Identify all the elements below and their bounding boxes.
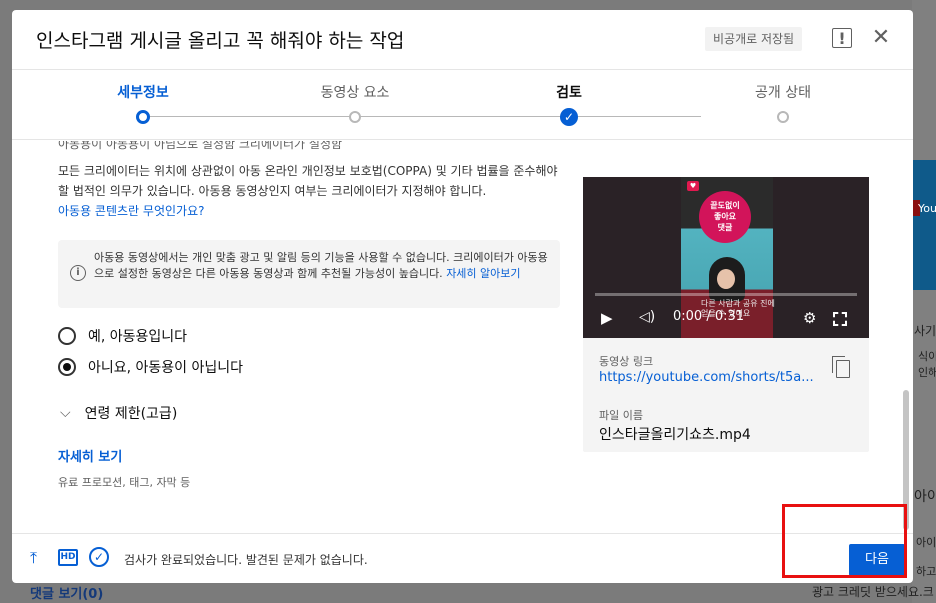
show-more-link[interactable]: 자세히 보기 (58, 446, 122, 465)
background-text: 하고 (916, 565, 936, 578)
video-player[interactable]: ♥ 끝도없이 좋아요 댓글 다른 사람과 공유 진에 얻을 수 있어요 ▶ ◁)… (583, 177, 869, 338)
details-content: 아동용이 아동용이 아님으로 설정함 크리에이터가 설정함 모든 크리에이터는 … (12, 141, 913, 533)
info-box: i 아동용 동영상에서는 개인 맞춤 광고 및 알림 등의 기능을 사용할 수 … (58, 240, 560, 308)
volume-icon[interactable]: ◁) (639, 309, 655, 325)
show-more-description: 유료 프로모션, 태그, 자막 등 (58, 476, 191, 489)
upload-stepper: 세부정보 동영상 요소 검토 ✓ 공개 상태 (12, 70, 913, 140)
close-icon[interactable]: ✕ (869, 26, 893, 50)
radio-button-selected[interactable] (58, 358, 76, 376)
background-text: 광고 크레딧 받으세요.크 (812, 585, 934, 599)
checks-status: 검사가 완료되었습니다. 발견된 문제가 없습니다. (124, 553, 368, 567)
draft-status-badge: 비공개로 저장됨 (705, 27, 803, 51)
upload-dialog: 인스타그램 게시글 올리고 꼭 해줘야 하는 작업 비공개로 저장됨 ! ✕ 세… (12, 10, 913, 583)
video-link-label: 동영상 링크 (599, 355, 654, 368)
dialog-header: 인스타그램 게시글 올리고 꼭 해줘야 하는 작업 비공개로 저장됨 ! ✕ (12, 10, 913, 70)
step-video-elements-dot[interactable] (349, 111, 361, 123)
step-visibility-dot[interactable] (777, 111, 789, 123)
video-progress-bar[interactable] (595, 293, 857, 296)
info-icon: i (70, 265, 86, 281)
audience-cut-text: 아동용이 아동용이 아님으로 설정함 크리에이터가 설정함 (58, 141, 343, 151)
gear-icon[interactable]: ⚙ (803, 309, 816, 327)
stepper-line (144, 116, 701, 117)
feedback-icon[interactable]: ! (832, 28, 852, 48)
heart-icon: ♥ (687, 181, 699, 191)
video-preview-card: ♥ 끝도없이 좋아요 댓글 다른 사람과 공유 진에 얻을 수 있어요 ▶ ◁)… (583, 177, 869, 452)
kids-content-link[interactable]: 아동용 콘텐츠란 무엇인가요? (58, 204, 204, 218)
coppa-paragraph: 모든 크리에이터는 위치에 상관없이 아동 온라인 개인정보 보호법(COPPA… (58, 161, 562, 221)
background-thumbnail (912, 160, 936, 290)
file-name-label: 파일 이름 (599, 409, 643, 422)
highlight-box (782, 504, 907, 578)
radio-not-made-for-kids[interactable]: 아니요, 아동용이 아닙니다 (58, 357, 243, 377)
background-right-column (912, 0, 936, 603)
step-checks-label[interactable]: 검토 (556, 82, 582, 102)
play-icon[interactable]: ▶ (601, 309, 613, 327)
age-restriction-toggle[interactable]: ⌵ 연령 제한(고급) (60, 403, 177, 423)
step-details-dot[interactable] (136, 110, 150, 124)
info-text: 아동용 동영상에서는 개인 맞춤 광고 및 알림 등의 기능을 사용할 수 없습… (94, 250, 550, 282)
radio-label: 아니요, 아동용이 아닙니다 (88, 360, 244, 376)
hd-icon: HD (58, 549, 78, 566)
background-text: 식이 (918, 350, 936, 363)
background-text: 사기 (914, 324, 936, 338)
coppa-text: 모든 크리에이터는 위치에 상관없이 아동 온라인 개인정보 보호법(COPPA… (58, 164, 558, 198)
upload-icon: ⤒ (30, 548, 38, 567)
sticker-text: 끝도없이 좋아요 댓글 (710, 201, 740, 232)
step-details-label[interactable]: 세부정보 (117, 82, 169, 102)
radio-made-for-kids[interactable]: 예, 아동용입니다 (58, 326, 187, 346)
background-text: 아이 (916, 536, 936, 549)
radio-button[interactable] (58, 327, 76, 345)
background-comments-link: 댓글 보기(0) (30, 587, 104, 602)
video-link[interactable]: https://youtube.com/shorts/t5a... (599, 370, 819, 385)
background-text: 아이 (914, 489, 936, 505)
check-circle-icon: ✓ (89, 547, 109, 567)
step-visibility-label[interactable]: 공개 상태 (755, 82, 811, 102)
step-video-elements-label[interactable]: 동영상 요소 (321, 82, 390, 102)
radio-label: 예, 아동용입니다 (88, 329, 188, 345)
chevron-down-icon: ⌵ (60, 405, 71, 421)
dialog-footer: ⤒ HD ✓ 검사가 완료되었습니다. 발견된 문제가 없습니다. 다음 (12, 533, 913, 583)
video-overlay-sticker: 끝도없이 좋아요 댓글 (699, 191, 751, 243)
checkmark-icon[interactable]: ✓ (560, 108, 578, 126)
learn-more-link[interactable]: 자세히 알아보기 (446, 267, 520, 280)
file-name: 인스타글올리기쇼츠.mp4 (599, 427, 751, 443)
fullscreen-icon[interactable] (833, 312, 847, 326)
video-time: 0:00 / 0:31 (673, 309, 745, 324)
age-restriction-label: 연령 제한(고급) (84, 406, 178, 422)
video-person-face (717, 269, 735, 289)
background-text: 인해 (918, 366, 936, 379)
copy-icon[interactable] (832, 356, 850, 378)
background-text: You (918, 202, 936, 215)
dialog-title: 인스타그램 게시글 올리고 꼭 해줘야 하는 작업 (36, 30, 405, 52)
